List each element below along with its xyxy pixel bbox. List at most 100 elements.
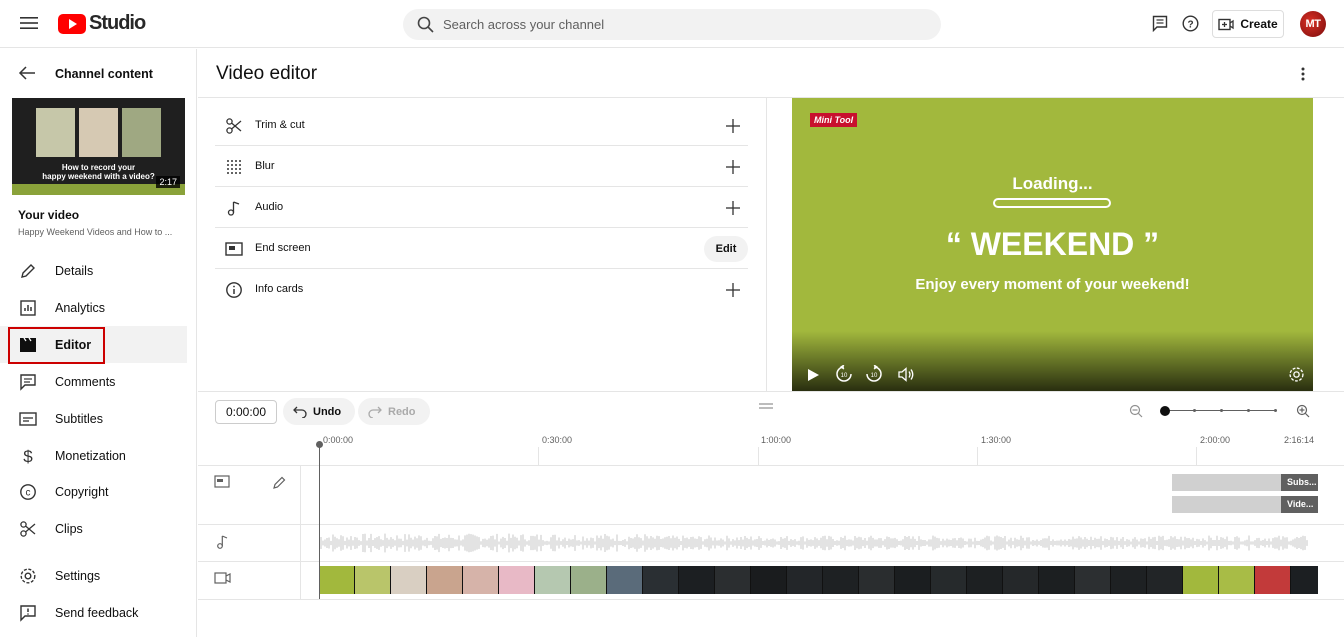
- tool-label: Info cards: [255, 283, 304, 295]
- back-button[interactable]: [18, 65, 36, 81]
- filmstrip-frame: [643, 566, 679, 594]
- subtitles-icon: [19, 412, 37, 426]
- play-icon[interactable]: [807, 368, 820, 382]
- zoom-slider-thumb[interactable]: [1160, 406, 1170, 416]
- end-screen-subscribe-tag[interactable]: Subs...: [1281, 474, 1318, 491]
- filmstrip-frame: [1111, 566, 1147, 594]
- svg-text:c: c: [26, 488, 31, 499]
- avatar[interactable]: MT: [1300, 11, 1326, 37]
- editor-highlight-box: [8, 327, 105, 364]
- audio-waveform[interactable]: [319, 528, 1309, 558]
- filmstrip-frame: [427, 566, 463, 594]
- filmstrip-frame: [499, 566, 535, 594]
- help-icon[interactable]: ?: [1182, 15, 1199, 32]
- rewind-10-icon[interactable]: 10: [835, 365, 853, 383]
- sidebar-item-label: Details: [55, 263, 94, 278]
- volume-icon[interactable]: [898, 367, 915, 382]
- filmstrip-frame: [607, 566, 643, 594]
- filmstrip-frame: [1003, 566, 1039, 594]
- blur-icon: [227, 160, 241, 174]
- filmstrip-frame: [1219, 566, 1255, 594]
- end-screen-edit-button[interactable]: Edit: [704, 236, 748, 262]
- scissors-icon: [20, 521, 36, 537]
- tool-label: End screen: [255, 242, 311, 254]
- sidebar-item-copyright[interactable]: c Copyright: [0, 473, 187, 510]
- sidebar-item-monetization[interactable]: $ Monetization: [0, 437, 187, 474]
- weekend-subline: Enjoy every moment of your weekend!: [915, 276, 1190, 293]
- filmstrip-frame: [715, 566, 751, 594]
- filmstrip-frame: [463, 566, 499, 594]
- sidebar-item-details[interactable]: Details: [0, 252, 187, 289]
- add-icon[interactable]: [724, 117, 742, 135]
- zoom-out-icon[interactable]: [1129, 404, 1143, 418]
- tool-end-screen[interactable]: End screen Edit: [215, 228, 748, 269]
- sidebar-item-analytics[interactable]: Analytics: [0, 289, 187, 326]
- current-time-field[interactable]: 0:00:00: [215, 400, 277, 424]
- timeline-top-border: [198, 391, 1344, 392]
- filmstrip-frame: [1147, 566, 1183, 594]
- forward-10-icon[interactable]: 10: [865, 365, 883, 383]
- tool-trim-cut[interactable]: Trim & cut: [215, 105, 748, 146]
- playhead-knob[interactable]: [316, 441, 323, 448]
- settings-gear-icon[interactable]: [1288, 366, 1305, 383]
- playhead[interactable]: [319, 443, 320, 599]
- messages-icon[interactable]: [1152, 15, 1168, 32]
- sidebar-item-label: Send feedback: [55, 605, 139, 620]
- add-icon[interactable]: [724, 158, 742, 176]
- sidebar-item-send-feedback[interactable]: Send feedback: [0, 594, 187, 631]
- track-label-divider: [300, 465, 301, 599]
- top-bar: Studio ? Create MT: [0, 0, 1344, 48]
- undo-label: Undo: [313, 405, 342, 418]
- zoom-in-icon[interactable]: [1296, 404, 1310, 418]
- comment-icon: [20, 374, 36, 391]
- sidebar-item-comments[interactable]: Comments: [0, 363, 187, 400]
- redo-label: Redo: [388, 405, 416, 418]
- add-icon[interactable]: [724, 199, 742, 217]
- youtube-studio-logo[interactable]: Studio: [58, 12, 146, 35]
- dollar-icon: $: [23, 447, 33, 465]
- end-screen-icon: [225, 242, 243, 256]
- search-bar[interactable]: [403, 9, 941, 40]
- end-screen-video-tag[interactable]: Vide...: [1281, 496, 1318, 513]
- end-screen-track-icon: [214, 475, 230, 488]
- filmstrip-frame: [1255, 566, 1291, 594]
- audio-track-icon: [217, 535, 228, 549]
- sidebar-item-subtitles[interactable]: Subtitles: [0, 400, 187, 437]
- undo-button[interactable]: Undo: [283, 398, 356, 425]
- filmstrip-frame: [319, 566, 355, 594]
- edit-pencil-icon[interactable]: [272, 475, 287, 490]
- video-thumbnail[interactable]: How to record your happy weekend with a …: [12, 98, 185, 195]
- video-filmstrip[interactable]: [319, 566, 1318, 594]
- tool-audio[interactable]: Audio: [215, 187, 748, 228]
- resize-handle-icon[interactable]: [759, 403, 773, 409]
- ruler-tick: [1196, 447, 1197, 465]
- sidebar-item-settings[interactable]: Settings: [0, 557, 187, 594]
- tool-info-cards[interactable]: Info cards: [215, 269, 748, 310]
- create-video-icon: [1218, 18, 1234, 30]
- end-screen-bar[interactable]: [1172, 474, 1282, 491]
- pencil-icon: [21, 264, 35, 278]
- youtube-play-icon: [58, 13, 86, 34]
- redo-button[interactable]: Redo: [358, 398, 430, 425]
- filmstrip-frame: [355, 566, 391, 594]
- end-screen-bar[interactable]: [1172, 496, 1282, 513]
- loading-bar: [993, 198, 1111, 208]
- your-video-label: Your video: [18, 208, 80, 222]
- add-icon[interactable]: [724, 281, 742, 299]
- page-header: Video editor: [198, 49, 1344, 98]
- tool-blur[interactable]: Blur: [215, 146, 748, 187]
- video-preview[interactable]: Mini Tool Loading... “ WEEKEND ” Enjoy e…: [792, 98, 1313, 391]
- filmstrip-frame: [1183, 566, 1219, 594]
- sidebar-item-clips[interactable]: Clips: [0, 510, 187, 547]
- filmstrip-frame: [787, 566, 823, 594]
- gear-icon: [20, 568, 36, 584]
- filmstrip-frame: [931, 566, 967, 594]
- search-input[interactable]: [443, 9, 923, 40]
- menu-icon[interactable]: [20, 15, 38, 31]
- minitool-logo: Mini Tool: [810, 113, 858, 127]
- studio-logo-text: Studio: [89, 12, 146, 34]
- more-options-icon[interactable]: [1300, 66, 1306, 82]
- zoom-slider[interactable]: [1160, 405, 1278, 417]
- create-button[interactable]: Create: [1212, 10, 1284, 38]
- analytics-icon: [20, 300, 36, 316]
